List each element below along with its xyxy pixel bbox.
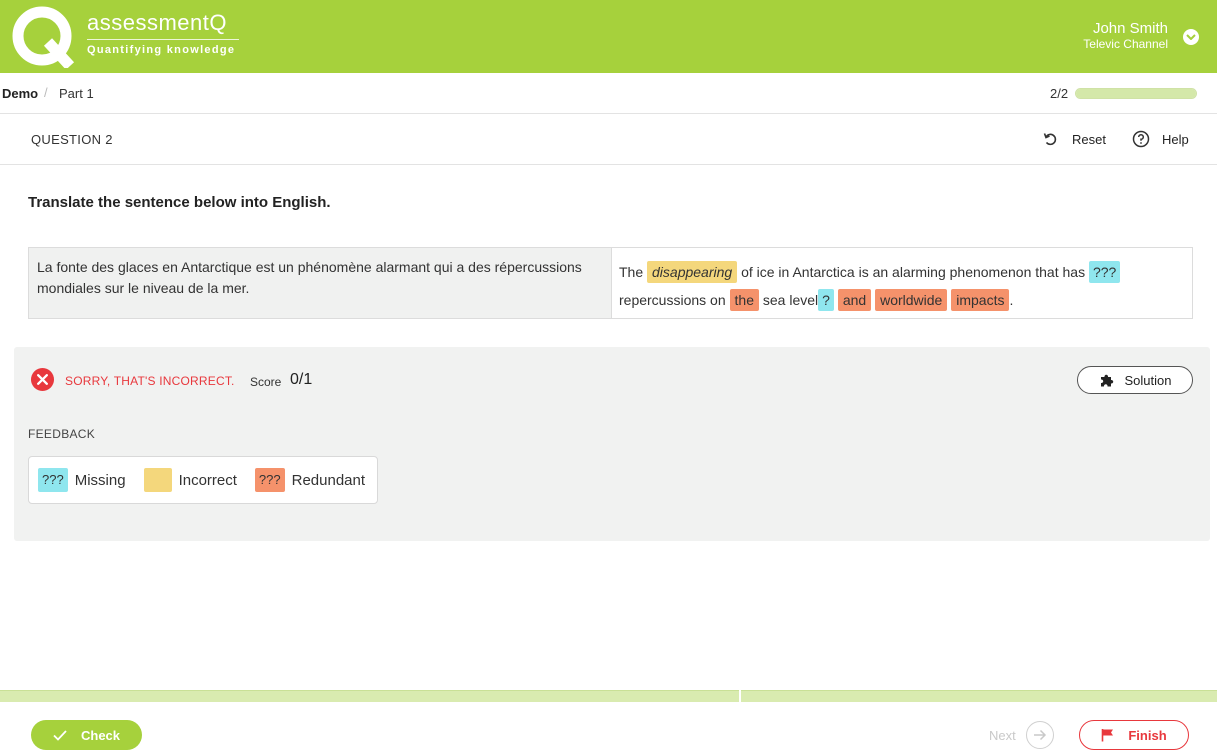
legend-item-missing: ??? Missing — [38, 468, 126, 492]
question-toolbar: QUESTION 2 Reset Help — [0, 114, 1217, 165]
answer-sentence: The disappearing of ice in Antarctica is… — [612, 248, 1192, 318]
user-name[interactable]: John Smith — [1093, 20, 1168, 37]
app-header: assessmentQ Quantifying knowledge John S… — [0, 0, 1217, 73]
feedback-label: FEEDBACK — [28, 427, 96, 441]
checkmark-icon — [53, 729, 67, 741]
result-panel: SORRY, THAT'S INCORRECT. Score 0/1 Solut… — [14, 347, 1210, 541]
answer-text: sea level — [762, 292, 819, 308]
footer-divider-left — [0, 690, 739, 702]
q-logo-icon — [12, 6, 75, 68]
legend-swatch-redundant: ??? — [254, 468, 285, 492]
breadcrumb-item-demo[interactable]: Demo — [2, 86, 38, 101]
legend-swatch-incorrect — [143, 468, 172, 492]
check-button[interactable]: Check — [31, 720, 142, 750]
answer-text: of ice in Antarctica is an alarming phen… — [741, 264, 1086, 280]
answer-token-incorrect: disappearing — [647, 261, 738, 283]
next-button[interactable]: Next — [989, 720, 1054, 750]
answer-token-missing: ??? — [1088, 261, 1121, 283]
user-menu-chevron-down-icon[interactable] — [1183, 29, 1199, 45]
brand-tagline: Quantifying knowledge — [87, 44, 236, 56]
breadcrumb-item-part[interactable]: Part 1 — [59, 86, 94, 101]
breadcrumb-separator: / — [44, 85, 48, 100]
legend-item-redundant: ??? Redundant — [254, 468, 366, 492]
score-value: 0/1 — [290, 371, 313, 388]
result-status: SORRY, THAT'S INCORRECT. — [65, 374, 235, 388]
brand-divider — [87, 39, 239, 40]
progress-bar-fill — [1076, 89, 1196, 98]
reset-icon — [1043, 133, 1057, 146]
brand-name: assessmentQ — [87, 10, 227, 35]
feedback-legend: ??? Missing Incorrect ??? Redundant — [28, 456, 378, 504]
legend-label-redundant: Redundant — [291, 471, 366, 489]
legend-swatch-missing: ??? — [38, 468, 68, 492]
answer-token-redundant: worldwide — [875, 289, 948, 311]
reset-button[interactable]: Reset — [1042, 129, 1106, 149]
error-x-icon — [31, 368, 54, 391]
solution-button[interactable]: Solution — [1077, 366, 1193, 394]
score-label: Score — [250, 375, 282, 389]
answer-token-redundant: and — [837, 289, 872, 311]
help-button[interactable]: Help — [1132, 129, 1189, 149]
next-label: Next — [989, 727, 1016, 743]
answer-token-missing: ? — [818, 289, 834, 311]
solution-label: Solution — [1124, 372, 1172, 388]
answer-token-redundant: the — [729, 289, 759, 311]
footer-divider — [0, 690, 1217, 702]
source-sentence: La fonte des glaces en Antarctique est u… — [29, 248, 612, 318]
question-label: QUESTION 2 — [31, 132, 113, 147]
user-org: Televic Channel — [1083, 37, 1168, 51]
arrow-right-icon — [1025, 721, 1054, 749]
translation-table: La fonte des glaces en Antarctique est u… — [28, 247, 1193, 319]
breadcrumb-bar: Demo / Part 1 2/2 — [0, 73, 1217, 114]
help-icon — [1132, 130, 1150, 148]
legend-item-incorrect: Incorrect — [143, 468, 237, 492]
puzzle-icon — [1100, 374, 1113, 387]
finish-label: Finish — [1128, 727, 1167, 743]
answer-text: . — [1009, 292, 1014, 308]
flag-icon — [1102, 729, 1114, 742]
legend-label-incorrect: Incorrect — [178, 471, 237, 489]
answer-text: repercussions on — [619, 292, 726, 308]
check-label: Check — [80, 727, 121, 743]
help-label: Help — [1162, 131, 1189, 147]
reset-label: Reset — [1072, 131, 1106, 147]
progress-bar — [1075, 88, 1197, 99]
legend-label-missing: Missing — [74, 471, 126, 489]
footer-divider-right — [741, 690, 1217, 702]
question-instruction: Translate the sentence below into Englis… — [28, 194, 331, 211]
finish-button[interactable]: Finish — [1079, 720, 1189, 750]
answer-token-redundant: impacts — [951, 289, 1010, 311]
progress-count: 2/2 — [1050, 86, 1069, 101]
answer-text: The — [619, 264, 644, 280]
